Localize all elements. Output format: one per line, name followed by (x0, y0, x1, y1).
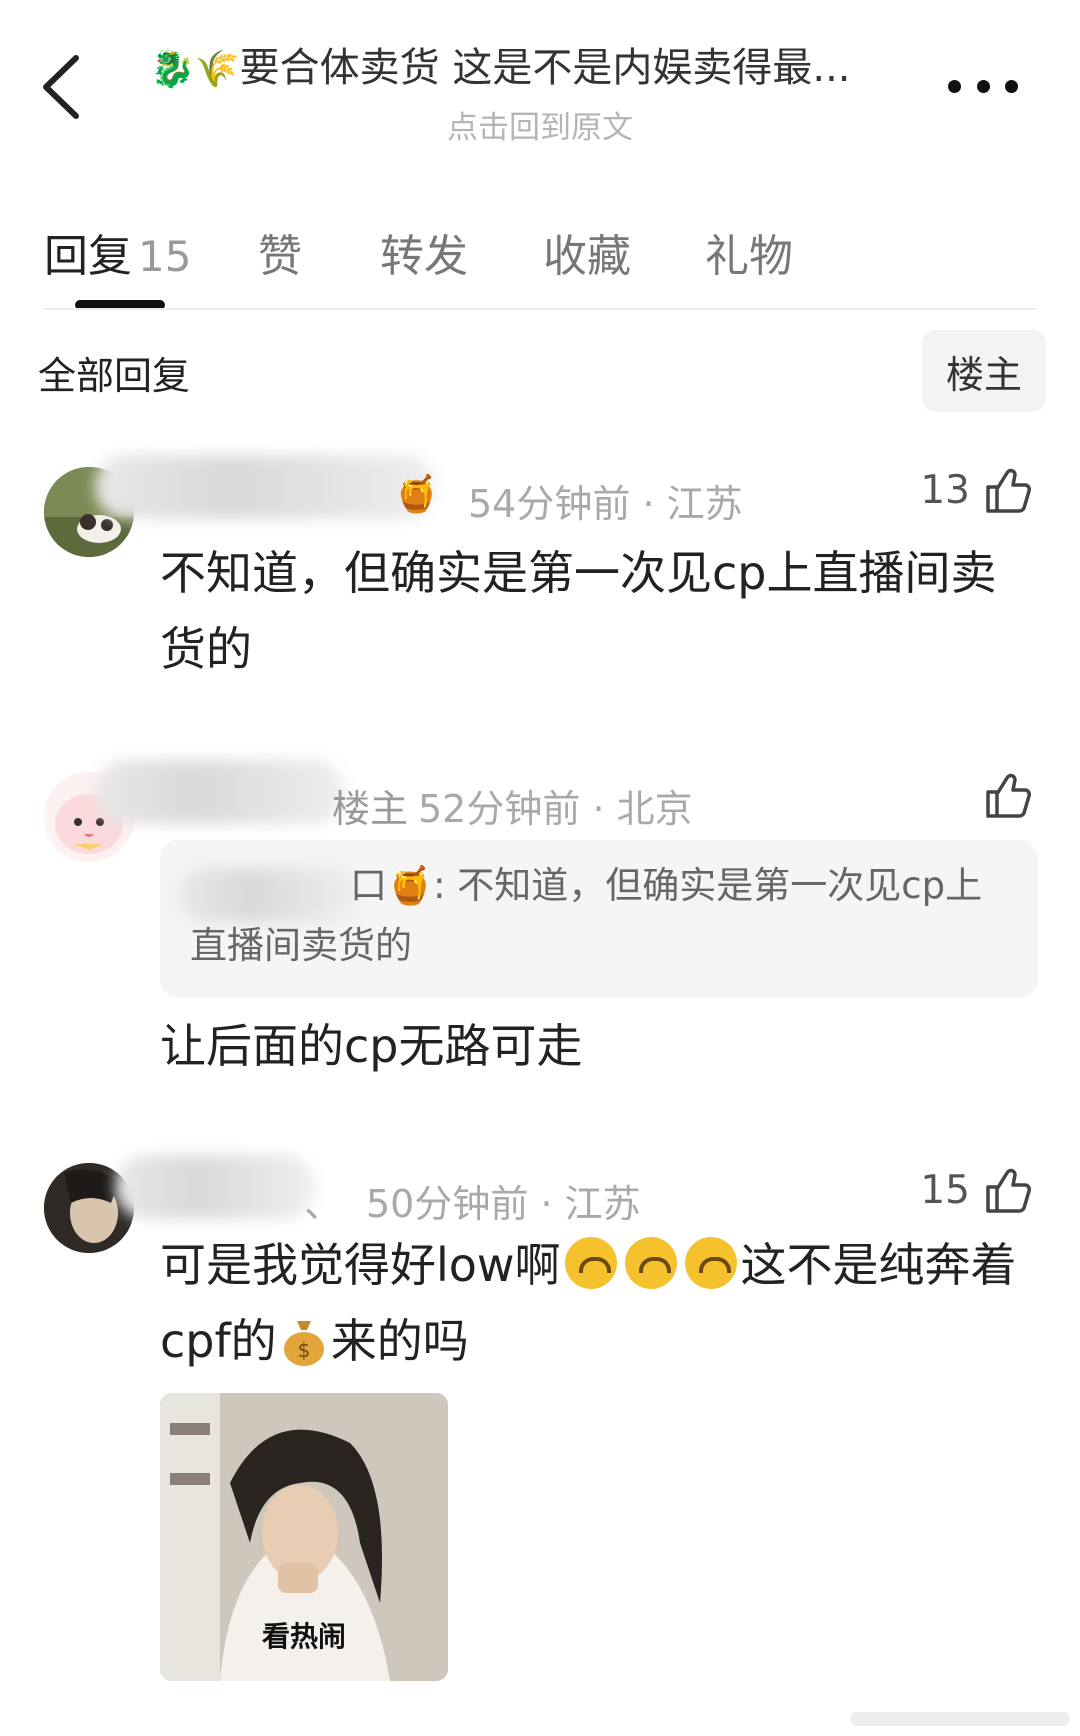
username-blurred[interactable] (95, 455, 435, 519)
comment-item: 楼主 52分钟前 · 北京 口🍯: 不知道，但确实是第一次见cp上直播间卖货的 … (0, 760, 1080, 1090)
op-badge: 楼主 (332, 787, 409, 831)
comment-time: 54分钟前 (468, 482, 631, 526)
post-title[interactable]: 🐉🌾要合体卖货 这是不是内娱卖得最... (150, 40, 940, 98)
home-indicator (850, 1712, 1070, 1726)
thumbs-up-icon (986, 468, 1031, 513)
comment-text-part1: 可是我觉得好low啊 (160, 1238, 561, 1292)
tab-reposts[interactable]: 转发 (380, 220, 468, 284)
comment-item: 🍯 54分钟前 · 江苏 13 不知道，但确实是第一次见cp上直播间卖货的 (0, 455, 1080, 695)
title-emojis: 🐉🌾 (150, 49, 240, 90)
tab-gifts[interactable]: 礼物 (705, 220, 793, 284)
comment-text: 让后面的cp无路可走 (160, 1019, 583, 1073)
comment-meta: 50分钟前 · 江苏 (366, 1182, 641, 1226)
tab-divider (44, 308, 1036, 310)
like-count: 13 (920, 467, 970, 513)
money-bag-emoji: $ (283, 1321, 324, 1366)
like-button[interactable]: 15 (920, 1165, 1032, 1215)
username-tail: 🍯 (394, 474, 439, 515)
sticker-image[interactable]: 看热闹 (160, 1393, 448, 1681)
top-bar: 🐉🌾要合体卖货 这是不是内娱卖得最... 点击回到原文 (0, 0, 1080, 170)
svg-text:$: $ (297, 1338, 310, 1362)
thumbs-up-icon (986, 1168, 1031, 1213)
comment-text: 可是我觉得好low啊 这不是纯奔着cpf的 $ 来的吗 (160, 1227, 1040, 1379)
upside-down-face-emoji (564, 1237, 617, 1289)
like-count: 15 (920, 1167, 970, 1213)
username-blurred[interactable] (95, 760, 345, 824)
op-only-button[interactable]: 楼主 (922, 330, 1046, 412)
comment-meta: 54分钟前 · 江苏 (468, 482, 743, 526)
username-blurred[interactable] (115, 1155, 315, 1219)
username-tail: 、 (304, 1182, 343, 1226)
tab-bar: 回复 15 赞 转发 收藏 礼物 (0, 208, 1080, 318)
comment-text: 不知道，但确实是第一次见cp上直播间卖货的 (160, 546, 997, 676)
tab-replies-count: 15 (138, 232, 192, 281)
quoted-reply[interactable]: 口🍯: 不知道，但确实是第一次见cp上直播间卖货的 (160, 840, 1038, 998)
quoted-text: 口🍯: 不知道，但确实是第一次见cp上直播间卖货的 (190, 856, 1010, 976)
comment-time: 52分钟前 (418, 787, 581, 831)
quoted-username-tail: 口🍯 (350, 864, 434, 907)
comment-meta: 52分钟前 · 北京 (418, 787, 693, 831)
back-to-post-link[interactable]: 点击回到原文 (0, 102, 1080, 147)
comment-text-part3: 来的吗 (330, 1314, 469, 1368)
tab-replies-label: 回复 (44, 231, 132, 282)
quoted-body: : 不知道，但确实是第一次见cp上直播间卖货的 (190, 864, 983, 967)
upside-down-face-emoji (684, 1237, 737, 1289)
thumbs-up-icon (986, 773, 1031, 818)
comment-location: 江苏 (564, 1182, 641, 1226)
sticker-caption: 看热闹 (261, 1620, 346, 1653)
like-button[interactable] (970, 770, 1032, 820)
all-replies-title: 全部回复 (38, 354, 191, 398)
tab-replies[interactable]: 回复 15 (44, 220, 191, 284)
like-button[interactable]: 13 (920, 465, 1032, 515)
comment-time: 50分钟前 (366, 1182, 529, 1226)
tab-likes[interactable]: 赞 (258, 220, 302, 284)
upside-down-face-emoji (624, 1237, 677, 1289)
comment-location: 江苏 (666, 482, 743, 526)
comment-location: 北京 (616, 787, 693, 831)
title-text: 要合体卖货 这是不是内娱卖得最... (239, 45, 851, 91)
more-dots-icon[interactable] (948, 80, 1018, 98)
tab-favorites[interactable]: 收藏 (543, 220, 631, 284)
